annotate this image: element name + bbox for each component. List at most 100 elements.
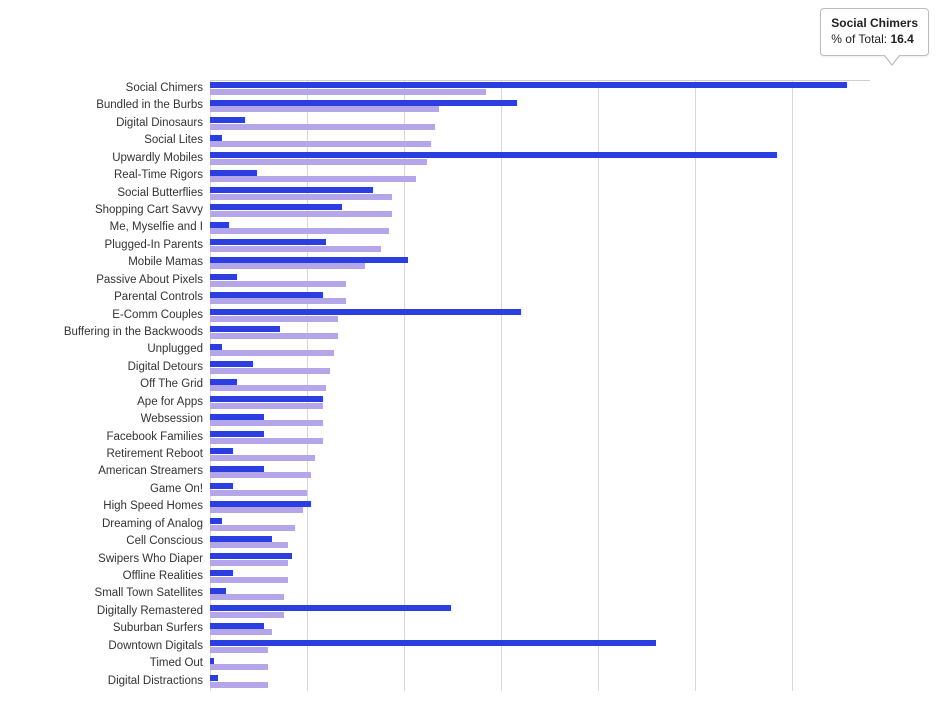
category-label: Downtown Digitals [3,638,203,655]
bar-series-0[interactable] [210,501,311,507]
bar-series-0[interactable] [210,640,656,646]
bar-series-1[interactable] [210,141,431,147]
bar-series-1[interactable] [210,228,389,234]
bar-series-1[interactable] [210,350,334,356]
bar-series-1[interactable] [210,106,439,112]
bar-series-1[interactable] [210,490,307,496]
category-label: Mobile Mamas [3,254,203,271]
tooltip-metric-label: % of Total: [831,32,887,46]
bar-series-0[interactable] [210,344,222,350]
bar-series-1[interactable] [210,682,268,688]
category-label: Unplugged [3,341,203,358]
bar-series-0[interactable] [210,396,323,402]
category-label: American Streamers [3,463,203,480]
category-label: Small Town Satellites [3,585,203,602]
bar-series-1[interactable] [210,211,392,217]
bar-series-1[interactable] [210,281,346,287]
category-label: Social Lites [3,132,203,149]
bar-series-1[interactable] [210,420,323,426]
category-label: Parental Controls [3,289,203,306]
bar-series-1[interactable] [210,403,323,409]
bar-series-0[interactable] [210,239,326,245]
category-label: Ape for Apps [3,394,203,411]
category-label: Suburban Surfers [3,620,203,637]
bar-series-1[interactable] [210,629,272,635]
bar-series-0[interactable] [210,361,253,367]
category-label: Me, Myselfie and I [3,219,203,236]
bar-series-1[interactable] [210,472,311,478]
bar-series-1[interactable] [210,124,435,130]
bar-series-1[interactable] [210,333,338,339]
category-label: Buffering in the Backwoods [3,324,203,341]
bar-series-1[interactable] [210,612,284,618]
bar-series-1[interactable] [210,263,365,269]
category-label: Bundled in the Burbs [3,97,203,114]
bar-series-0[interactable] [210,309,521,315]
bar-series-0[interactable] [210,100,517,106]
category-label: Off The Grid [3,376,203,393]
category-label: Shopping Cart Savvy [3,202,203,219]
gridline [404,81,405,691]
bar-series-1[interactable] [210,194,392,200]
bar-series-0[interactable] [210,448,233,454]
bar-series-0[interactable] [210,431,264,437]
bar-series-0[interactable] [210,170,257,176]
bar-series-1[interactable] [210,455,315,461]
bar-series-0[interactable] [210,605,451,611]
bar-series-1[interactable] [210,542,288,548]
bar-series-0[interactable] [210,623,264,629]
bar-series-1[interactable] [210,368,330,374]
category-label: Real-Time Rigors [3,167,203,184]
bar-series-1[interactable] [210,438,323,444]
bar-series-0[interactable] [210,518,222,524]
bar-series-1[interactable] [210,298,346,304]
category-label: Digital Distractions [3,673,203,690]
bar-series-0[interactable] [210,135,222,141]
bar-series-1[interactable] [210,507,303,513]
bar-series-0[interactable] [210,414,264,420]
bar-series-0[interactable] [210,658,214,664]
category-label: Facebook Families [3,429,203,446]
bar-series-1[interactable] [210,176,416,182]
bar-series-0[interactable] [210,675,218,681]
bar-series-0[interactable] [210,82,847,88]
tooltip-category: Social Chimers [831,15,918,31]
tooltip-value: 16.4 [890,32,913,46]
gridline [695,81,696,691]
bar-series-0[interactable] [210,570,233,576]
bar-series-1[interactable] [210,664,268,670]
bar-series-1[interactable] [210,385,326,391]
bar-series-1[interactable] [210,594,284,600]
bar-series-1[interactable] [210,560,288,566]
bar-series-1[interactable] [210,159,427,165]
bar-series-0[interactable] [210,379,237,385]
bar-series-0[interactable] [210,292,323,298]
category-label: Websession [3,411,203,428]
bar-series-0[interactable] [210,274,237,280]
category-label: Digital Detours [3,359,203,376]
bar-series-0[interactable] [210,326,280,332]
bar-series-0[interactable] [210,117,245,123]
bar-series-0[interactable] [210,222,229,228]
bar-series-0[interactable] [210,536,272,542]
bar-series-0[interactable] [210,204,342,210]
bar-series-1[interactable] [210,577,288,583]
gridline [501,81,502,691]
bar-series-1[interactable] [210,316,338,322]
bar-series-0[interactable] [210,466,264,472]
bar-series-1[interactable] [210,89,486,95]
category-label: Social Butterflies [3,185,203,202]
bar-series-0[interactable] [210,588,226,594]
bar-series-0[interactable] [210,483,233,489]
bar-series-0[interactable] [210,152,777,158]
category-label: Offline Realities [3,568,203,585]
tooltip-metric-line: % of Total: 16.4 [831,31,918,47]
bar-series-0[interactable] [210,553,292,559]
tooltip-tail [884,54,900,64]
bar-series-0[interactable] [210,257,408,263]
bar-series-1[interactable] [210,246,381,252]
bar-series-1[interactable] [210,647,268,653]
category-label: Plugged-In Parents [3,237,203,254]
bar-series-1[interactable] [210,525,295,531]
bar-series-0[interactable] [210,187,373,193]
